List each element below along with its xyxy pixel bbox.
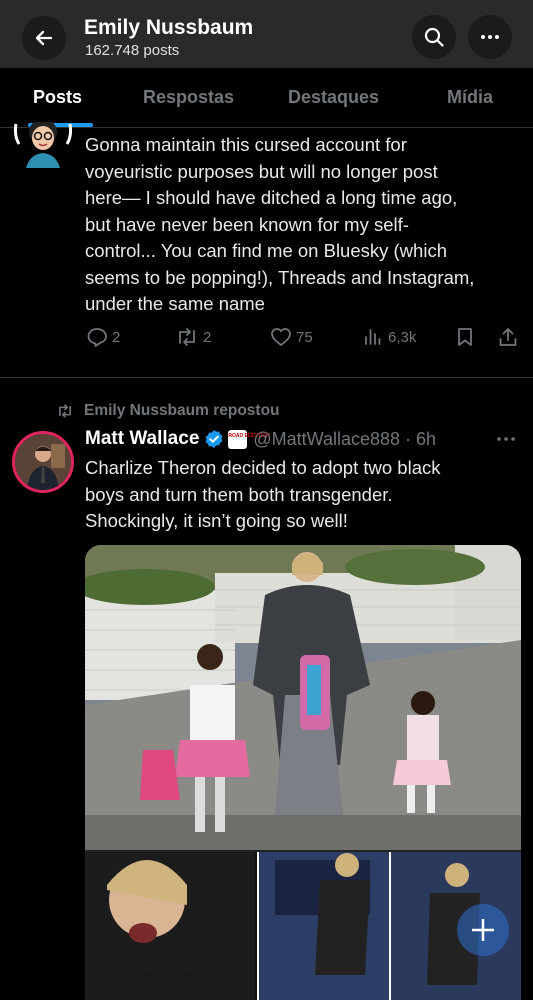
heart-icon [271,328,291,346]
post-text-line: control... You can find me on Bluesky (w… [85,240,447,261]
tab-posts[interactable]: Posts [33,87,82,108]
post-text-line: but have never been known for my self- [85,213,409,235]
repost-button[interactable]: 2 [175,326,211,348]
avatar[interactable] [12,122,74,168]
bookmark-button[interactable] [455,326,479,348]
affiliation-badge-icon[interactable]: ROAD ELECTION [228,429,270,449]
share-icon [499,328,517,346]
post-text-line: boys and turn them both transgender. [85,483,393,505]
post-divider [0,377,533,378]
cartoon-avatar-icon [13,122,73,168]
post-media[interactable] [85,545,521,1000]
like-count: 75 [296,328,313,346]
author-handle[interactable]: @MattWallace888 · 6h [253,429,436,450]
repost-label: Emily Nussbaum repostou [84,402,280,419]
post-text-line: seems to be popping!), Threads and Insta… [85,266,475,288]
more-horizontal-icon [497,437,515,441]
profile-tabs: Posts Respostas Destaques Mídia [0,68,533,128]
tab-midia[interactable]: Mídia [447,87,493,108]
analytics-icon [365,329,381,345]
tab-destaques[interactable]: Destaques [288,87,379,108]
post-actions: 2 2 75 6,3k [0,326,533,352]
post-text: Charlize Theron decided to adopt two bla… [85,455,515,535]
arrow-left-icon [35,30,53,46]
reply-count: 2 [112,328,121,346]
author-name[interactable]: Matt Wallace [85,428,199,450]
post-text-line: voyeuristic purposes but will no longer … [85,160,438,182]
tab-respostas[interactable]: Respostas [143,87,234,108]
views-button[interactable]: 6,3k [362,326,416,348]
page-title: Emily Nussbaum [84,16,254,39]
repost-icon [179,328,195,346]
repost-count: 2 [203,328,212,346]
like-button[interactable]: 75 [270,326,313,348]
post-text-line: Shockingly, it isn’t going so well! [85,510,348,531]
person-avatar-icon [15,434,71,490]
avatar[interactable] [12,431,74,493]
view-count: 6,3k [388,328,417,346]
post-text: Gonna maintain this cursed account for v… [85,132,515,318]
post-text-line: Charlize Theron decided to adopt two bla… [85,457,441,478]
post-text-line: here— I should have ditched a long time … [85,187,458,208]
repost-indicator[interactable]: Emily Nussbaum repostou [56,402,280,420]
back-button[interactable] [22,16,66,60]
search-button[interactable] [412,15,456,59]
post-text-line: under the same name [85,293,265,314]
post-text-line: Gonna maintain this cursed account for [85,134,407,155]
post-count: 162.748 posts [85,42,180,59]
bookmark-icon [458,328,472,346]
reply-icon [87,328,107,347]
more-horizontal-icon [481,35,499,39]
share-button[interactable] [497,326,523,348]
author-line: Matt Wallace ROAD ELECTION @MattWallace8… [85,428,436,450]
repost-icon [59,404,71,418]
reply-button[interactable]: 2 [86,326,120,348]
profile-header: Emily Nussbaum 162.748 posts [0,0,533,68]
more-options-button[interactable] [468,15,512,59]
photo-collage [85,545,521,1000]
search-icon [424,27,444,47]
post-more-button[interactable] [496,428,516,449]
verified-badge-icon [206,430,223,448]
